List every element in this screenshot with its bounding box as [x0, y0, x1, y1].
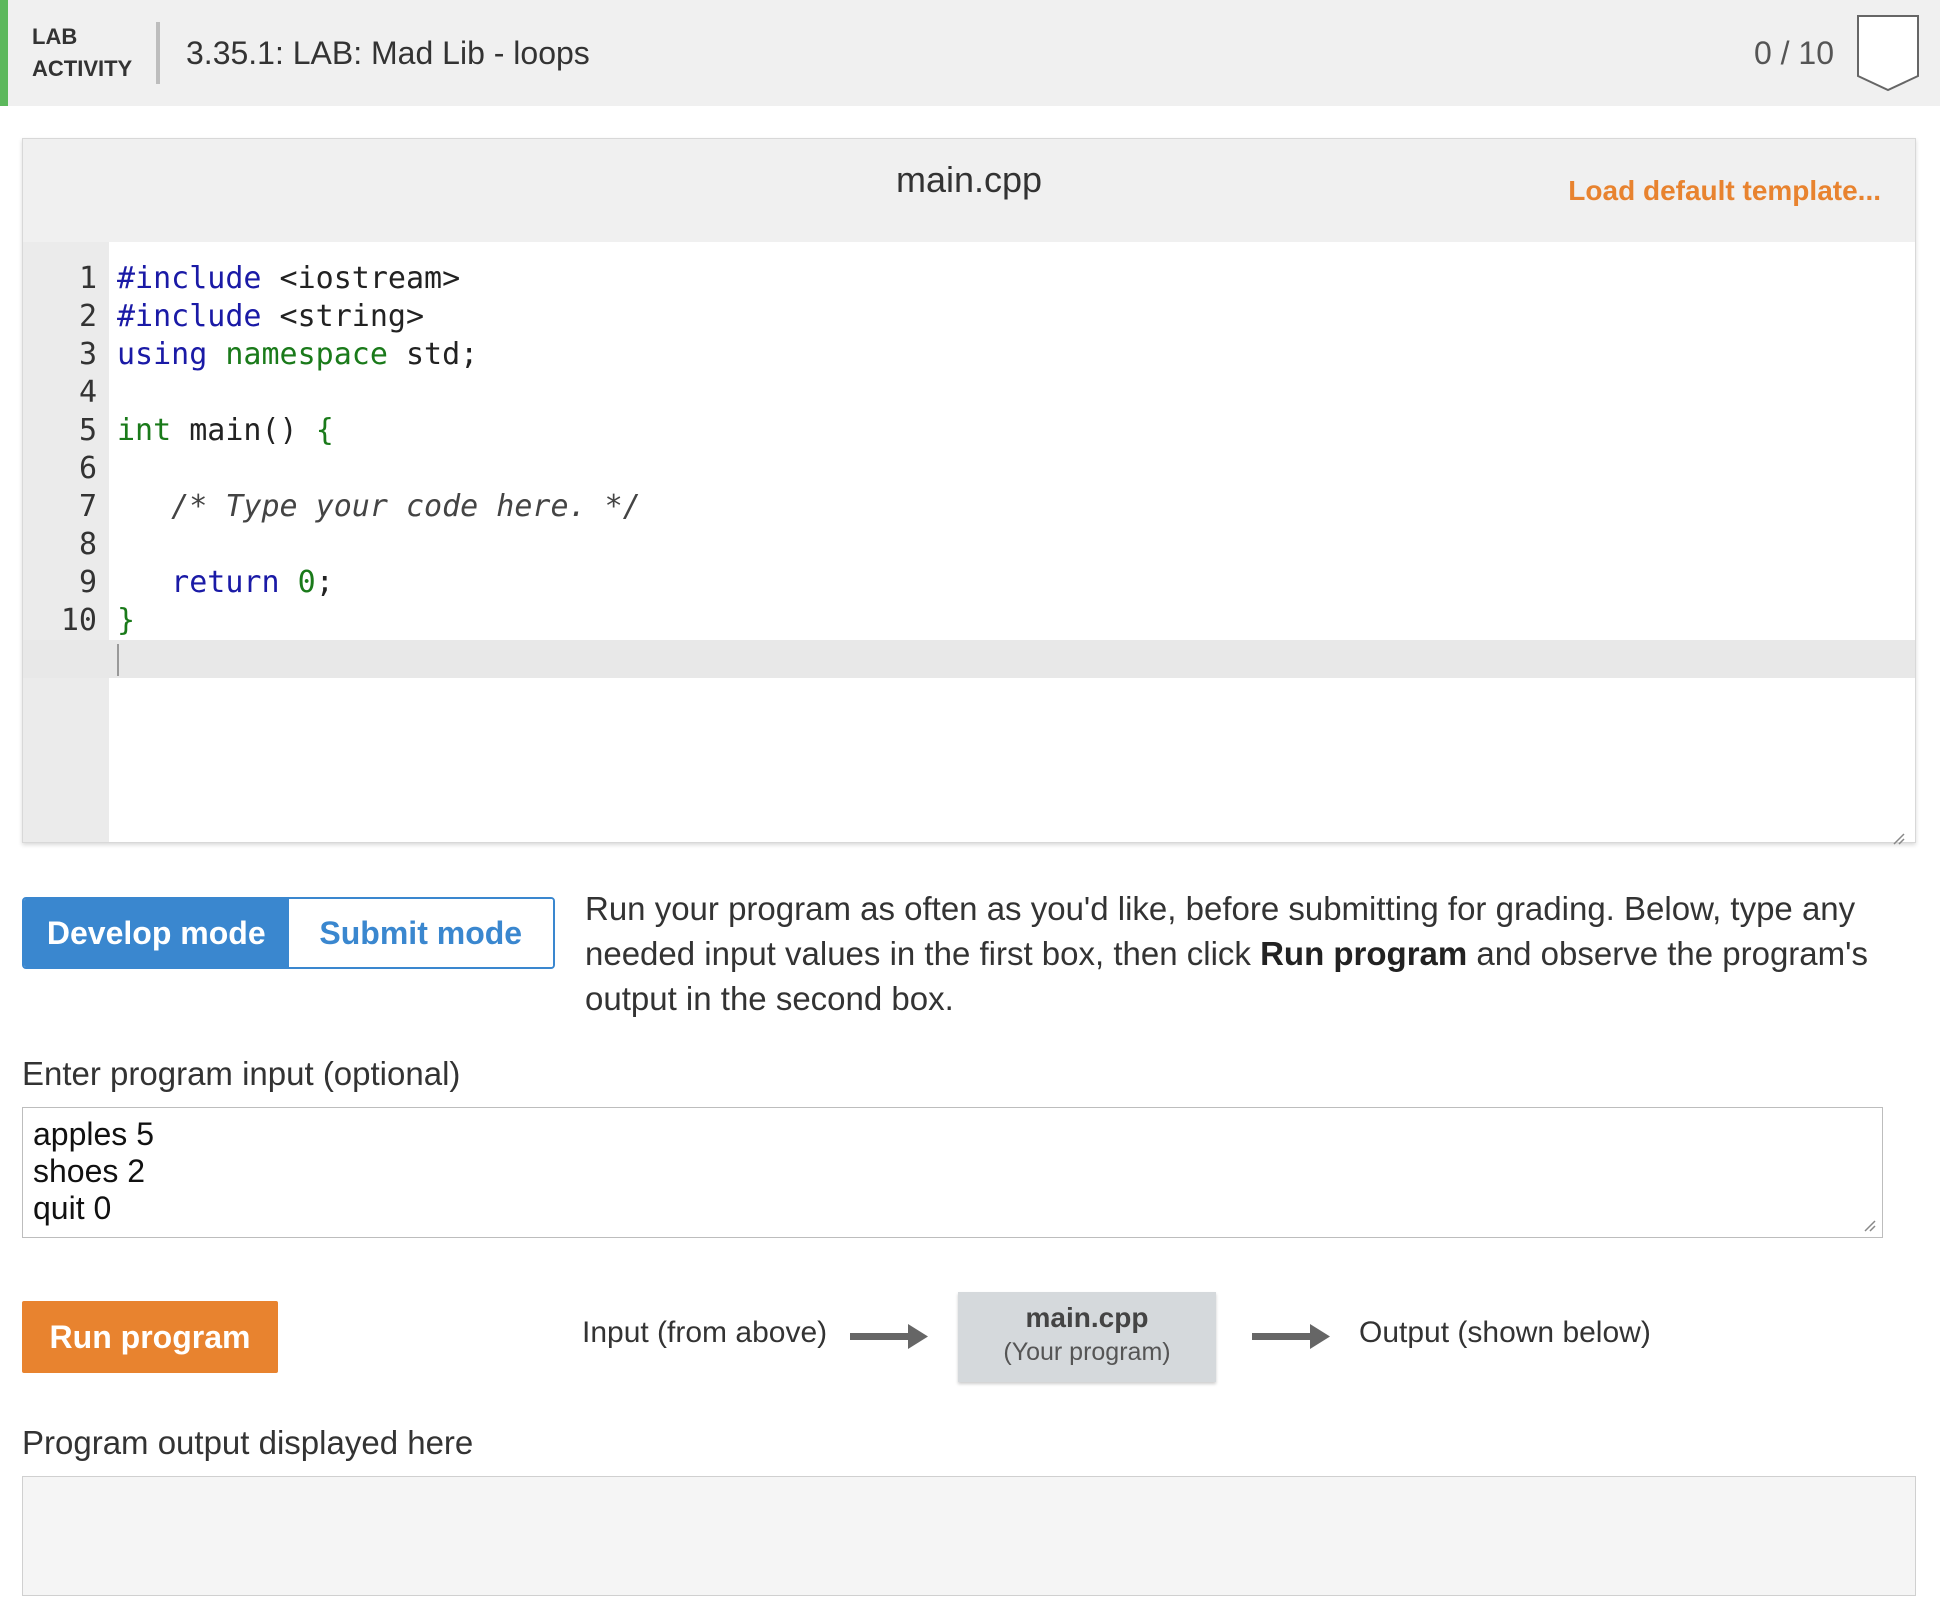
code-token: #include: [117, 261, 262, 296]
editor-resize-grip-icon[interactable]: [1891, 818, 1905, 832]
completion-badge-icon: [1856, 14, 1920, 92]
editor-toolbar: main.cpp Load default template...: [23, 139, 1915, 242]
code-token: int: [117, 413, 171, 448]
program-output-box: [22, 1476, 1916, 1596]
code-token: <string>: [262, 299, 425, 334]
lab-score: 0 / 10: [1754, 35, 1834, 72]
flow-program-name: main.cpp: [958, 1302, 1216, 1334]
flow-program-sub: (Your program): [958, 1338, 1216, 1367]
code-line-6[interactable]: [109, 450, 1915, 488]
code-editor-panel: main.cpp Load default template... 1 2 3 …: [22, 138, 1916, 843]
flow-program-box: main.cpp (Your program): [958, 1292, 1216, 1382]
text-cursor: [117, 644, 119, 676]
code-line-11-active[interactable]: [23, 640, 1915, 678]
run-program-button[interactable]: Run program: [22, 1301, 278, 1373]
code-token: #include: [117, 299, 262, 334]
develop-mode-button[interactable]: Develop mode: [24, 899, 289, 967]
code-line-9[interactable]: return 0;: [109, 564, 1915, 602]
code-token: std;: [388, 337, 478, 372]
code-line-1[interactable]: #include <iostream>: [109, 260, 1915, 298]
lab-activity-tag: LAB ACTIVITY: [8, 21, 156, 85]
code-line-4[interactable]: [109, 374, 1915, 412]
code-token: {: [316, 413, 334, 448]
instructions-text: Run your program as often as you'd like,…: [585, 886, 1905, 1021]
code-text-area[interactable]: #include <iostream> #include <string> us…: [109, 242, 1915, 842]
mode-toggle: Develop mode Submit mode: [22, 897, 555, 969]
code-comment: /* Type your code here. */: [117, 489, 641, 524]
lab-title: 3.35.1: LAB: Mad Lib - loops: [186, 35, 1754, 72]
code-token: main(): [171, 413, 316, 448]
input-label: Enter program input (optional): [22, 1055, 460, 1093]
code-line-10[interactable]: }: [109, 602, 1915, 640]
code-line-8[interactable]: [109, 526, 1915, 564]
line-number: 6: [23, 450, 109, 488]
code-line-5[interactable]: int main() {: [109, 412, 1915, 450]
code-token: 0: [280, 565, 316, 600]
program-input-textarea[interactable]: apples 5 shoes 2 quit 0: [22, 1107, 1883, 1238]
submit-mode-button[interactable]: Submit mode: [289, 899, 554, 967]
lab-tag-line1: LAB: [32, 21, 156, 53]
code-line-2[interactable]: #include <string>: [109, 298, 1915, 336]
output-label: Program output displayed here: [22, 1424, 473, 1462]
instructions-bold: Run program: [1260, 935, 1467, 972]
line-number: 9: [23, 564, 109, 602]
code-line-3[interactable]: using namespace std;: [109, 336, 1915, 374]
editor-body[interactable]: 1 2 3 4 5 6 7 8 9 10 11 #include <iostre…: [23, 242, 1915, 842]
code-token: namespace: [207, 337, 388, 372]
line-number: 7: [23, 488, 109, 526]
arrow-right-icon: [1252, 1321, 1330, 1351]
flow-output-label: Output (shown below): [1359, 1316, 1651, 1350]
arrow-right-icon: [850, 1321, 928, 1351]
line-number: 8: [23, 526, 109, 564]
line-number: 1: [23, 260, 109, 298]
line-number: 5: [23, 412, 109, 450]
line-number: 2: [23, 298, 109, 336]
header-divider: [156, 22, 160, 84]
load-default-template-link[interactable]: Load default template...: [1568, 175, 1881, 207]
lab-tag-line2: ACTIVITY: [32, 53, 156, 85]
line-number: 3: [23, 336, 109, 374]
code-token: return: [117, 565, 280, 600]
code-token: ;: [316, 565, 334, 600]
code-token: using: [117, 337, 207, 372]
line-number: 10: [23, 602, 109, 640]
code-token: <iostream>: [262, 261, 461, 296]
lab-header: LAB ACTIVITY 3.35.1: LAB: Mad Lib - loop…: [0, 0, 1940, 106]
flow-input-label: Input (from above): [582, 1316, 827, 1350]
input-resize-grip-icon[interactable]: [1862, 1218, 1876, 1232]
code-token: }: [117, 603, 135, 638]
code-line-7[interactable]: /* Type your code here. */: [109, 488, 1915, 526]
line-number-gutter: 1 2 3 4 5 6 7 8 9 10 11: [23, 242, 109, 842]
line-number: 4: [23, 374, 109, 412]
